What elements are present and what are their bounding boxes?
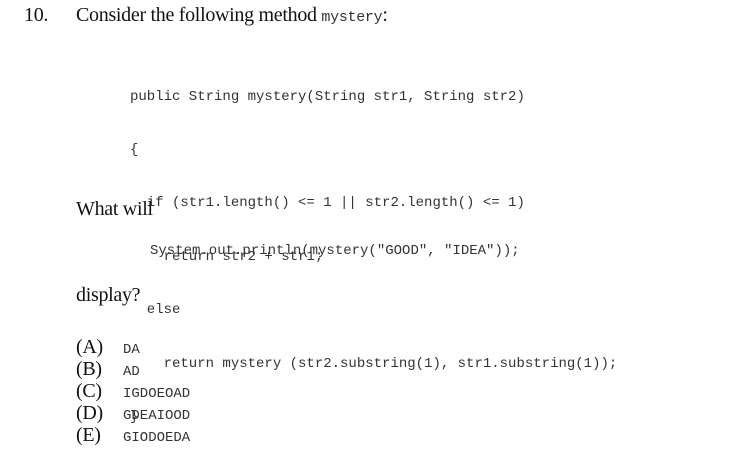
option-e[interactable]: (E) GIODOEDA	[76, 424, 190, 446]
code-line: else	[130, 302, 181, 319]
call-code: System.out.println(mystery("GOOD", "IDEA…	[150, 243, 520, 259]
question-prompt: Consider the following method mystery:	[76, 4, 388, 27]
option-text: GDEAIOOD	[123, 408, 191, 424]
code-line: }	[130, 408, 139, 425]
method-name: mystery	[321, 9, 383, 26]
what-will-text: What will	[76, 198, 153, 220]
code-line: {	[130, 141, 139, 158]
option-a[interactable]: (A) DA	[76, 336, 140, 358]
option-letter: (C)	[76, 380, 102, 402]
option-letter: (D)	[76, 402, 103, 424]
display-text: display?	[76, 284, 141, 306]
code-line: public String mystery(String str1, Strin…	[130, 88, 525, 105]
option-text: AD	[123, 364, 140, 380]
option-d[interactable]: (D) GDEAIOOD	[76, 402, 190, 424]
option-b[interactable]: (B) AD	[76, 358, 140, 380]
question-number: 10.	[24, 4, 49, 26]
prompt-text: Consider the following method	[76, 4, 322, 26]
prompt-end: :	[382, 4, 388, 26]
option-c[interactable]: (C) IGDOEOAD	[76, 380, 190, 402]
option-letter: (B)	[76, 358, 102, 380]
code-line: return mystery (str2.substring(1), str1.…	[130, 355, 618, 372]
option-text: IGDOEOAD	[123, 386, 191, 402]
code-line: if (str1.length() <= 1 || str2.length() …	[130, 195, 525, 212]
option-text: DA	[123, 342, 140, 358]
option-letter: (E)	[76, 424, 101, 446]
option-text: GIODOEDA	[123, 430, 191, 446]
option-letter: (A)	[76, 336, 103, 358]
